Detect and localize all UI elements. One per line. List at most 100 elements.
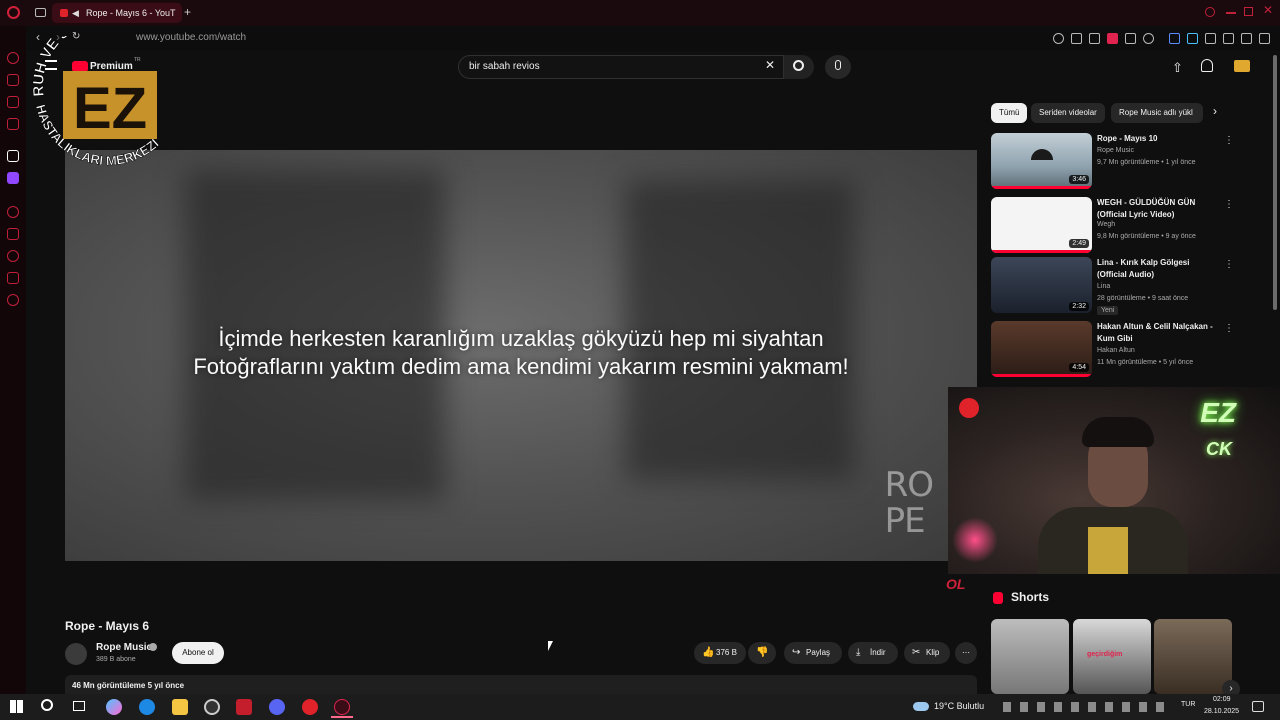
upload-icon[interactable]: ⇧	[1172, 60, 1183, 76]
maximize-icon[interactable]	[1244, 7, 1253, 16]
lyric-line-1: İçimde herkesten karanlığım uzaklaş göky…	[218, 326, 824, 351]
explorer-app-icon[interactable]	[172, 699, 188, 715]
clear-search-icon[interactable]: ✕	[765, 58, 775, 72]
search-taskbar-icon[interactable]	[41, 699, 53, 711]
weather-text[interactable]: 19°C Bulutlu	[934, 701, 984, 711]
download-button[interactable]: ⤓ İndir	[848, 642, 898, 664]
channel-name[interactable]: Rope Music	[96, 642, 152, 653]
play-icon[interactable]	[1125, 33, 1136, 44]
rec-menu-icon[interactable]: ⋮	[1224, 135, 1234, 146]
start-icon[interactable]	[10, 700, 23, 713]
rec-title[interactable]: Lina - Kırık Kalp Gölgesi (Official Audi…	[1097, 257, 1217, 281]
clock-time[interactable]: 02:09	[1213, 696, 1231, 703]
sidebar-bookmark-icon[interactable]	[7, 228, 19, 240]
sidebar-bag-icon[interactable]	[7, 74, 19, 86]
sidebar-settings-icon[interactable]	[7, 294, 19, 306]
short-thumbnail[interactable]	[991, 619, 1069, 694]
thumbs-up-icon: 👍	[702, 647, 715, 658]
language-indicator[interactable]: TUR	[1181, 701, 1195, 708]
translate-icon[interactable]	[1187, 33, 1198, 44]
opera-gx-app-icon[interactable]	[334, 699, 350, 715]
tray-icons[interactable]	[1003, 702, 1173, 712]
rec-menu-icon[interactable]: ⋮	[1224, 199, 1234, 210]
task-view-icon[interactable]	[73, 701, 85, 711]
video-player[interactable]: İçimde herkesten karanlığım uzaklaş göky…	[65, 150, 977, 561]
chip-all[interactable]: Tümü	[991, 103, 1028, 123]
speaker-icon[interactable]: ◀	[72, 3, 79, 23]
share-button[interactable]: ↪ Paylaş	[784, 642, 842, 664]
extensions-icon[interactable]	[1205, 33, 1216, 44]
chip-next-icon[interactable]: ›	[1213, 104, 1217, 118]
short-thumbnail[interactable]	[1154, 619, 1232, 694]
gamepad-icon[interactable]	[1223, 33, 1234, 44]
shield-icon[interactable]	[1107, 33, 1118, 44]
notification-icon[interactable]	[1252, 701, 1264, 712]
like-button[interactable]: 👍 376 B	[694, 642, 746, 664]
sidebar-music-icon[interactable]	[7, 206, 19, 218]
clip-button[interactable]: ✂ Klip	[904, 642, 950, 664]
sidebar-messenger-icon[interactable]	[7, 96, 19, 108]
menu-icon[interactable]	[1259, 33, 1270, 44]
discord-app-icon[interactable]	[269, 699, 285, 715]
page-scrollbar[interactable]	[1273, 55, 1277, 310]
recommendation-item[interactable]: 2:49 WEGH - GÜLDÜĞÜN GÜN (Official Lyric…	[991, 197, 1234, 255]
sidebar-twitter-icon[interactable]	[7, 118, 19, 130]
zoom-icon[interactable]	[1053, 33, 1064, 44]
chip-series[interactable]: Seriden videolar	[1031, 103, 1105, 123]
search-tabs-icon[interactable]	[1205, 7, 1215, 17]
opera-logo-icon[interactable]	[7, 6, 20, 19]
more-actions-button[interactable]: ⋯	[955, 642, 977, 664]
rec-title[interactable]: Rope - Mayıs 10	[1097, 133, 1217, 145]
sidebar-tiktok-icon[interactable]	[7, 150, 19, 162]
account-avatar[interactable]	[1234, 60, 1250, 72]
chip-channel-uploads[interactable]: Rope Music adlı yükl	[1111, 103, 1203, 123]
rec-menu-icon[interactable]: ⋮	[1224, 323, 1234, 334]
opera-app-icon[interactable]	[302, 699, 318, 715]
heart-icon[interactable]	[1143, 33, 1154, 44]
sidebar-twitch-icon[interactable]	[7, 172, 19, 184]
sidebar-aria-icon[interactable]	[7, 52, 19, 64]
rec-channel[interactable]: Rope Music	[1097, 147, 1134, 154]
search-input[interactable]: bir sabah revios	[458, 55, 784, 79]
rec-menu-icon[interactable]: ⋮	[1224, 259, 1234, 270]
download-icon[interactable]	[1241, 33, 1252, 44]
close-icon[interactable]: ✕	[1263, 3, 1273, 17]
rec-channel[interactable]: Wegh	[1097, 221, 1115, 228]
audio-icon[interactable]	[1169, 33, 1180, 44]
search-button[interactable]	[784, 55, 814, 79]
dislike-button[interactable]: 👎	[748, 642, 776, 664]
tab-switcher-icon[interactable]	[35, 8, 46, 17]
recommendation-item[interactable]: 2:32 Lina - Kırık Kalp Gölgesi (Official…	[991, 257, 1234, 315]
channel-avatar[interactable]	[65, 643, 87, 665]
recommendation-item[interactable]: 4:54 Hakan Altun & Celil Nalçakan - Kum …	[991, 321, 1234, 379]
subscribe-button[interactable]: Abone ol	[172, 642, 224, 664]
new-tab-button[interactable]: +	[184, 5, 191, 19]
lyric-line-2: Fotoğraflarını yaktım dedim ama kendimi …	[193, 354, 849, 379]
neon-ez-sign: EZ	[1200, 397, 1236, 428]
voice-search-button[interactable]	[825, 55, 851, 79]
neon-ck-sign: CK	[1206, 439, 1232, 459]
rec-title[interactable]: Hakan Altun & Celil Nalçakan - Kum Gibi	[1097, 321, 1217, 345]
minimize-icon[interactable]	[1226, 12, 1236, 14]
logo-letters: EZ	[73, 76, 147, 141]
pin-icon[interactable]	[1071, 33, 1082, 44]
rec-thumbnail[interactable]: 4:54	[991, 321, 1092, 377]
sidebar-extensions-icon[interactable]	[7, 272, 19, 284]
rec-title[interactable]: WEGH - GÜLDÜĞÜN GÜN (Official Lyric Vide…	[1097, 197, 1217, 221]
sidebar-history-icon[interactable]	[7, 250, 19, 262]
recommendation-item[interactable]: 3:46 Rope - Mayıs 10 Rope Music 9,7 Mn g…	[991, 133, 1234, 191]
notifications-icon[interactable]	[1201, 59, 1213, 72]
rec-thumbnail[interactable]: 2:32	[991, 257, 1092, 313]
voice-app-icon[interactable]	[236, 699, 252, 715]
rec-thumbnail[interactable]: 3:46	[991, 133, 1092, 189]
rec-channel[interactable]: Hakan Altun	[1097, 347, 1135, 354]
active-tab[interactable]: ◀ Rope - Mayıs 6 - YouT	[52, 3, 182, 23]
short-thumbnail[interactable]: geçirdiğim	[1073, 619, 1151, 694]
snapshot-icon[interactable]	[1089, 33, 1100, 44]
rec-channel[interactable]: Lina	[1097, 283, 1110, 290]
copilot-app-icon[interactable]	[106, 699, 122, 715]
rec-thumbnail[interactable]: 2:49	[991, 197, 1092, 253]
obs-app-icon[interactable]	[204, 699, 220, 715]
clock-date[interactable]: 28.10.2025	[1204, 708, 1239, 715]
edge-app-icon[interactable]	[139, 699, 155, 715]
